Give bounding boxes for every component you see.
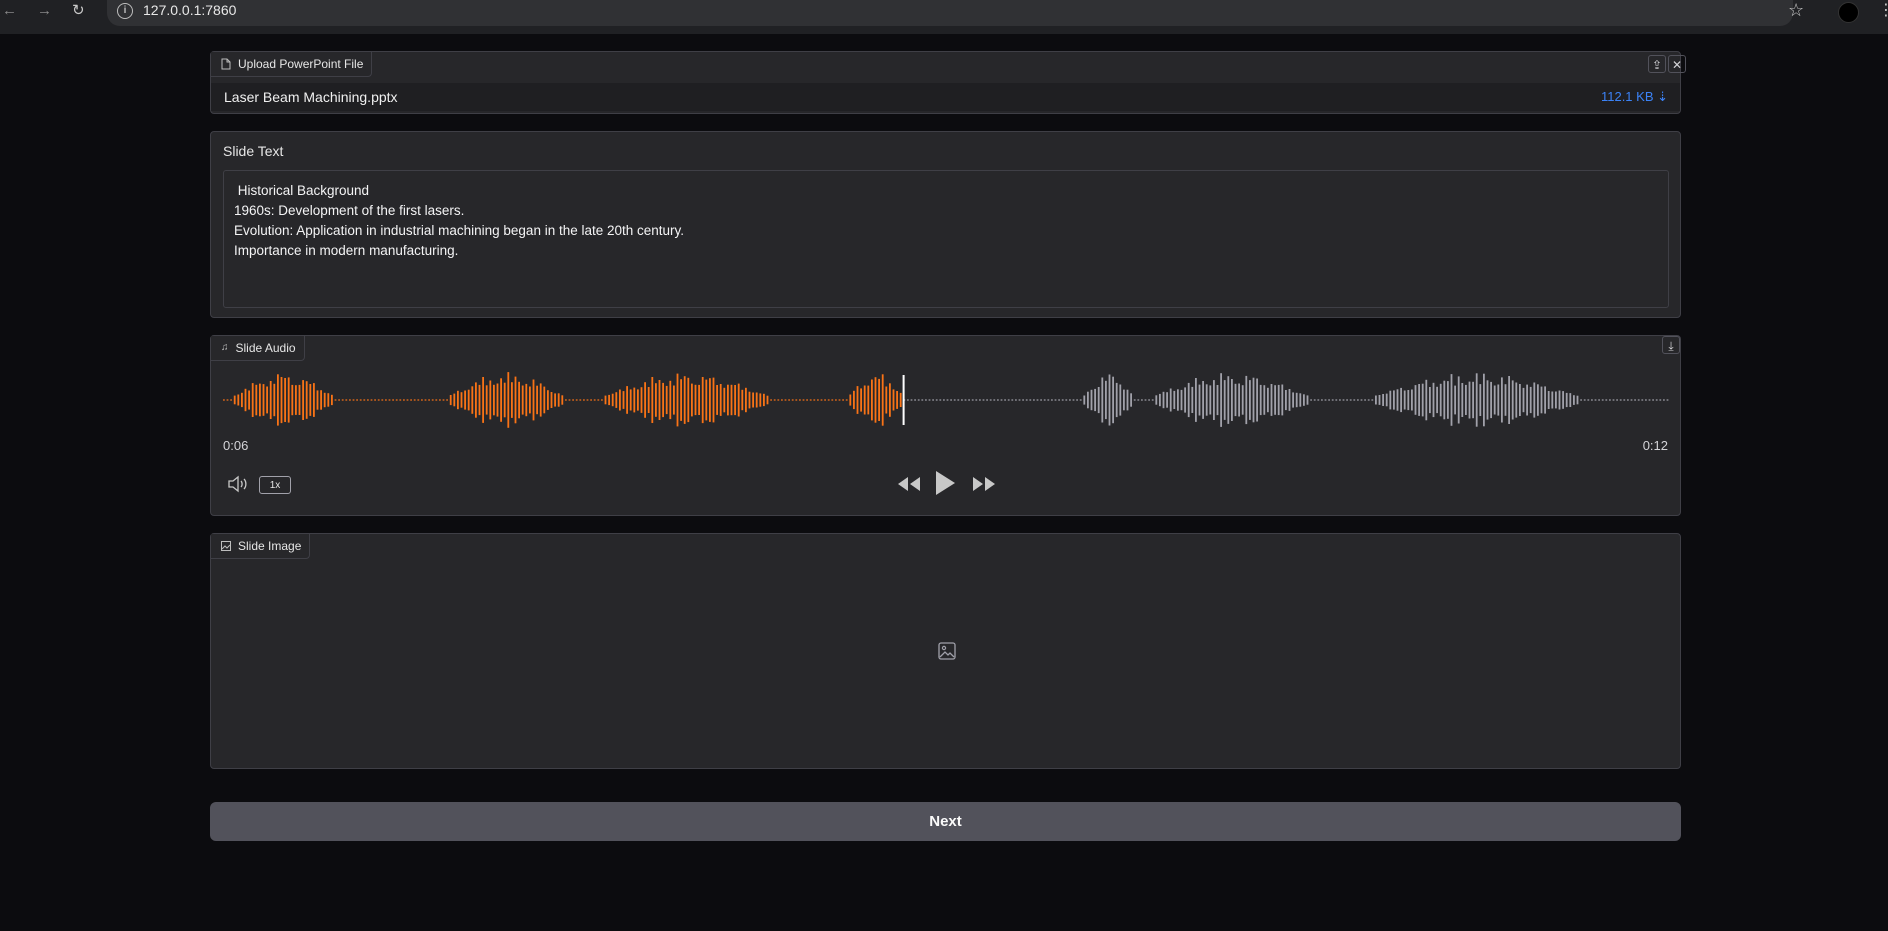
- image-icon: [938, 642, 956, 660]
- profile-avatar[interactable]: [1838, 2, 1859, 23]
- slide-image-panel: Slide Image: [210, 533, 1681, 769]
- slide-audio-panel: ♫ Slide Audio ⤓ 0:06 0:12 1x: [210, 335, 1681, 516]
- music-note-icon: ♫: [221, 342, 229, 353]
- file-upload-label-text: Upload PowerPoint File: [238, 57, 364, 71]
- address-bar[interactable]: i 127.0.0.1:7860: [107, 0, 1793, 26]
- current-time: 0:06: [223, 438, 249, 453]
- reload-icon[interactable]: ↻: [72, 0, 85, 22]
- audio-waveform[interactable]: [223, 372, 1669, 428]
- file-download-link[interactable]: 112.1 KB ⇣: [1601, 89, 1668, 105]
- clear-file-button[interactable]: ✕: [1668, 55, 1686, 73]
- play-icon[interactable]: [933, 469, 957, 497]
- slide-text-label: Slide Text: [223, 143, 284, 159]
- slide-audio-label-text: Slide Audio: [235, 341, 296, 355]
- slide-image-label-text: Slide Image: [238, 539, 302, 553]
- rewind-icon[interactable]: [896, 474, 922, 494]
- file-icon: [221, 58, 231, 70]
- file-upload-label: Upload PowerPoint File: [211, 52, 373, 77]
- url-text[interactable]: 127.0.0.1:7860: [143, 2, 236, 18]
- site-info-icon[interactable]: i: [117, 3, 133, 19]
- file-name: Laser Beam Machining.pptx: [224, 89, 398, 105]
- slide-text-panel: Slide Text Historical Background 1960s: …: [210, 131, 1681, 318]
- slide-text-area[interactable]: Historical Background 1960s: Development…: [223, 170, 1669, 308]
- back-icon[interactable]: ←: [2, 0, 17, 22]
- volume-icon[interactable]: [227, 475, 249, 493]
- fast-forward-icon[interactable]: [971, 474, 997, 494]
- image-small-icon: [221, 541, 231, 551]
- browser-toolbar: ← → ↻ i 127.0.0.1:7860 ☆ ⋮: [0, 0, 1888, 34]
- file-upload-panel: Upload PowerPoint File ⇪ ✕ Laser Beam Ma…: [210, 51, 1686, 114]
- upload-icon[interactable]: ⇪: [1648, 55, 1666, 73]
- bookmark-star-icon[interactable]: ☆: [1788, 0, 1804, 21]
- duration-time: 0:12: [1642, 438, 1668, 453]
- download-icon[interactable]: ⤓: [1662, 336, 1680, 354]
- uploaded-file-row: Laser Beam Machining.pptx 112.1 KB ⇣: [211, 83, 1680, 111]
- playhead-cursor[interactable]: [902, 375, 905, 425]
- browser-menu-icon[interactable]: ⋮: [1878, 0, 1888, 20]
- playback-speed-button[interactable]: 1x: [259, 476, 291, 494]
- slide-audio-label: ♫ Slide Audio: [211, 336, 305, 361]
- slide-image-label: Slide Image: [211, 534, 311, 559]
- next-button[interactable]: Next: [210, 802, 1681, 841]
- forward-icon[interactable]: →: [37, 0, 52, 22]
